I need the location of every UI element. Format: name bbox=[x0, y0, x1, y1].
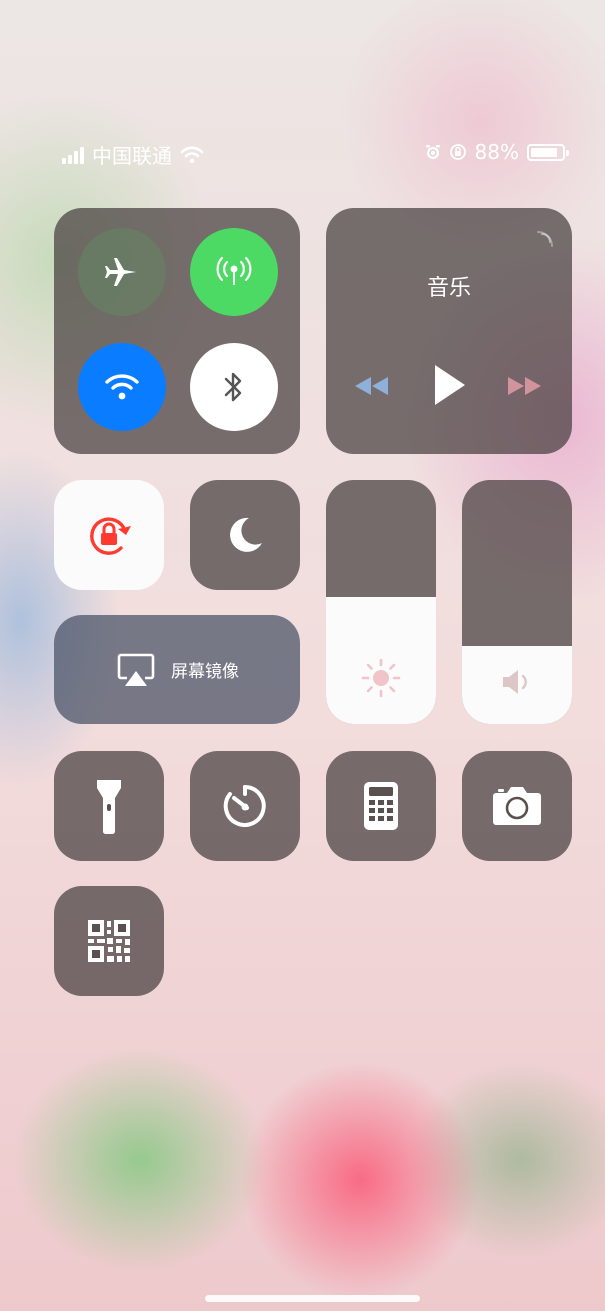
orientation-lock-icon bbox=[90, 517, 131, 555]
timer-icon bbox=[223, 785, 266, 827]
airplay-screen-icon bbox=[117, 653, 155, 686]
antenna-icon bbox=[216, 256, 252, 285]
connectivity-module bbox=[54, 208, 300, 454]
volume-slider[interactable] bbox=[462, 480, 572, 724]
carrier-name: 中国联通 bbox=[92, 144, 172, 168]
flashlight-button[interactable] bbox=[54, 751, 164, 861]
signal-bars-icon bbox=[62, 146, 84, 164]
timer-button[interactable] bbox=[190, 751, 300, 861]
battery-percent: 88% bbox=[474, 140, 519, 164]
play-icon bbox=[435, 365, 465, 405]
calculator-icon bbox=[364, 782, 398, 830]
fast-forward-icon bbox=[508, 377, 541, 395]
bluetooth-icon bbox=[224, 372, 242, 402]
rewind-icon bbox=[355, 377, 388, 395]
wifi-toggle[interactable] bbox=[78, 343, 166, 431]
home-indicator[interactable] bbox=[205, 1295, 420, 1302]
airplane-icon bbox=[105, 258, 136, 286]
cellular-data-toggle[interactable] bbox=[190, 228, 278, 316]
alarm-icon bbox=[425, 145, 440, 159]
camera-button[interactable] bbox=[462, 751, 572, 861]
wifi-icon bbox=[105, 374, 139, 400]
wifi-icon bbox=[180, 146, 204, 163]
play-button[interactable] bbox=[426, 360, 472, 410]
do-not-disturb-toggle[interactable] bbox=[190, 480, 300, 590]
qr-code-icon bbox=[88, 920, 130, 962]
airplay-icon[interactable] bbox=[530, 230, 554, 254]
orientation-lock-icon bbox=[449, 144, 466, 160]
flashlight-icon bbox=[97, 780, 121, 835]
battery-icon bbox=[527, 143, 569, 161]
speaker-icon bbox=[503, 670, 527, 694]
bluetooth-toggle[interactable] bbox=[190, 343, 278, 431]
music-module: 音乐 bbox=[326, 208, 572, 454]
music-title: 音乐 bbox=[426, 276, 471, 301]
screen-mirroring-button[interactable]: 屏幕镜像 bbox=[54, 615, 300, 724]
brightness-slider[interactable] bbox=[326, 480, 436, 724]
airplane-mode-toggle[interactable] bbox=[78, 228, 166, 316]
fast-forward-button[interactable] bbox=[500, 368, 550, 404]
moon-icon bbox=[230, 517, 262, 552]
orientation-lock-toggle[interactable] bbox=[54, 480, 164, 590]
rewind-button[interactable] bbox=[348, 368, 394, 404]
camera-icon bbox=[493, 787, 541, 825]
status-bar: 中国联通 88% bbox=[0, 140, 605, 170]
screen-mirroring-label: 屏幕镜像 bbox=[171, 662, 239, 682]
calculator-button[interactable] bbox=[326, 751, 436, 861]
qr-scanner-button[interactable] bbox=[54, 886, 164, 996]
sun-icon bbox=[361, 658, 401, 698]
